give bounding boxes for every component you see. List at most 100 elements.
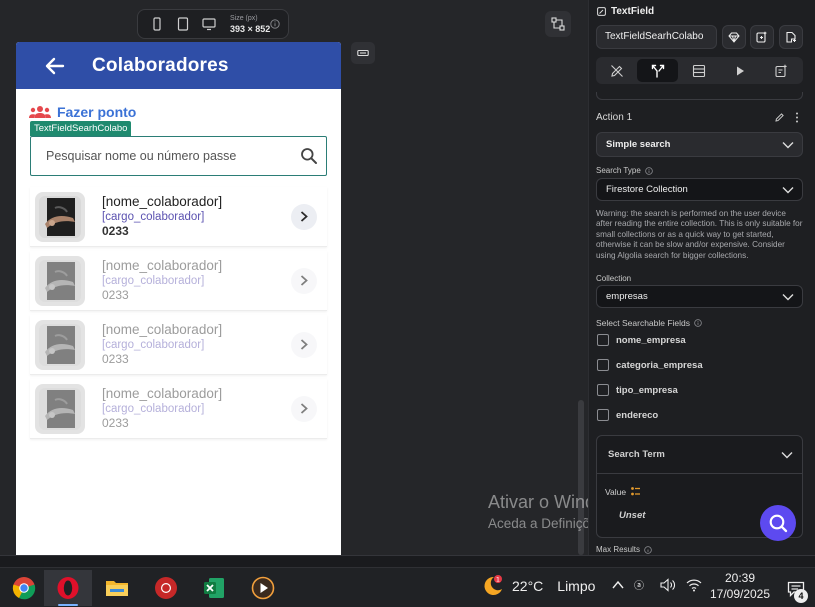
taskbar-chrome[interactable] — [0, 570, 48, 606]
action-label: Action 1 — [596, 112, 633, 123]
checkbox[interactable] — [597, 409, 609, 421]
field-checkbox-categoria-empresa[interactable]: categoria_empresa — [597, 359, 703, 371]
collection-dropdown[interactable]: empresas — [596, 285, 803, 308]
temperature: 22°C — [512, 578, 544, 594]
employee-info: [nome_colaborador] [cargo_colaborador] 023… — [102, 386, 291, 430]
search-warning: Warning: the search is performed on the … — [596, 209, 803, 260]
field-checkbox-tipo-empresa[interactable]: tipo_empresa — [597, 384, 678, 396]
checkbox[interactable] — [597, 334, 609, 346]
wifi-icon[interactable] — [686, 578, 702, 592]
search-type-label: Search Type — [596, 166, 653, 175]
employee-name: [nome_colaborador] — [102, 258, 223, 274]
info-icon[interactable] — [270, 19, 280, 29]
chevron-right-icon[interactable] — [291, 395, 317, 422]
value-row[interactable]: Value — [605, 486, 641, 497]
list-item[interactable]: [nome_colaborador] [cargo_colaborador] 023… — [30, 187, 327, 247]
notification-count: 4 — [794, 589, 808, 603]
desktop-device-icon[interactable] — [198, 13, 220, 35]
avatar — [35, 255, 85, 306]
canvas-scrollbar[interactable] — [578, 400, 584, 555]
field-label: tipo_empresa — [616, 384, 678, 396]
chevron-right-icon[interactable] — [291, 331, 317, 358]
chevron-up-icon[interactable] — [612, 580, 624, 590]
weather-widget[interactable]: 1 22°C Limpo — [480, 575, 595, 597]
ime-icon[interactable]: ⓐ — [634, 578, 650, 592]
size-label: Size (px) — [230, 14, 258, 22]
taskbar-opera[interactable] — [44, 570, 92, 606]
more-vertical-icon[interactable] — [795, 112, 799, 123]
component-icon[interactable] — [779, 25, 803, 49]
field-checkbox-nome-empresa[interactable]: nome_empresa — [597, 334, 686, 346]
info-icon[interactable] — [645, 166, 653, 175]
chevron-right-icon[interactable] — [291, 203, 317, 230]
action-type-dropdown[interactable]: Simple search — [596, 132, 803, 157]
system-clock[interactable]: 20:39 17/09/2025 — [705, 571, 775, 601]
diamond-icon[interactable] — [722, 25, 746, 49]
weather-condition: Limpo — [557, 578, 596, 594]
search-icon[interactable] — [300, 147, 318, 165]
tablet-device-icon[interactable] — [172, 13, 194, 35]
tab-add[interactable] — [760, 59, 801, 82]
employee-code: 0233 — [102, 287, 129, 302]
page-title: Colaboradores — [92, 54, 229, 76]
back-arrow-icon[interactable] — [40, 51, 70, 81]
chevron-right-icon[interactable] — [291, 267, 317, 294]
info-icon[interactable] — [694, 319, 702, 327]
taskbar-media-player[interactable] — [239, 570, 287, 606]
list-item[interactable]: [nome_colaborador] [cargo_colaborador] 023… — [30, 251, 327, 311]
taskbar-file-explorer[interactable] — [93, 570, 141, 606]
value-state: Unset — [619, 510, 646, 521]
widget-tree-icon[interactable] — [545, 11, 571, 37]
employee-role: [cargo_colaborador] — [102, 275, 205, 287]
speaker-icon[interactable] — [660, 578, 676, 592]
search-term-label: Search Term — [608, 449, 665, 460]
edit-field-icon — [597, 7, 606, 16]
builder-canvas: Size (px) 393 × 852 Colaboradores Fazer … — [0, 0, 588, 557]
search-icon — [769, 514, 788, 533]
weather-badge: 1 — [496, 576, 500, 584]
info-icon[interactable] — [644, 545, 652, 554]
search-placeholder: Pesquisar nome ou número passe — [46, 149, 237, 163]
action-type-value: Simple search — [606, 139, 671, 150]
pencil-icon[interactable] — [774, 112, 785, 123]
max-results-label-text: Max Results — [596, 545, 641, 554]
copy-widget-icon[interactable] — [750, 25, 774, 49]
phone-preview: Colaboradores Fazer ponto TextFieldSearh… — [16, 42, 341, 557]
taskbar-excel[interactable] — [190, 570, 238, 606]
system-tray: ⓐ — [612, 578, 702, 592]
layout-icon — [692, 64, 705, 77]
taskbar-chrome-profile[interactable] — [142, 570, 190, 606]
help-chat-button[interactable] — [760, 505, 796, 541]
collection-value: empresas — [606, 291, 648, 302]
notification-center[interactable]: 4 — [784, 577, 808, 603]
checkbox[interactable] — [597, 384, 609, 396]
tab-properties[interactable] — [596, 59, 637, 82]
phone-device-icon[interactable] — [146, 13, 168, 35]
chevron-down-icon — [782, 141, 794, 148]
tab-actions[interactable] — [637, 59, 678, 82]
list-item[interactable]: [nome_colaborador] [cargo_colaborador] 023… — [30, 315, 327, 375]
search-term-header[interactable]: Search Term — [597, 436, 802, 474]
widget-name-field[interactable]: TextFieldSearhColabo — [596, 25, 717, 49]
search-input[interactable]: Pesquisar nome ou número passe — [30, 136, 327, 176]
employee-code: 0233 — [102, 223, 129, 238]
edit-icon — [610, 64, 623, 77]
field-checkbox-endereco[interactable]: endereco — [597, 409, 658, 421]
fazer-ponto-label: Fazer ponto — [57, 104, 137, 120]
fazer-ponto-link[interactable]: Fazer ponto — [29, 104, 136, 120]
tab-layout[interactable] — [678, 59, 719, 82]
chrome-icon — [12, 577, 36, 600]
window-bottom-edge — [0, 555, 815, 567]
avatar — [35, 191, 85, 242]
value-label: Value — [605, 486, 627, 497]
canvas-size-readout: Size (px) 393 × 852 — [230, 15, 270, 34]
add-doc-icon — [774, 64, 787, 77]
search-type-value: Firestore Collection — [606, 184, 688, 195]
variable-icon[interactable] — [630, 486, 641, 497]
list-item[interactable]: [nome_colaborador] [cargo_colaborador] 023… — [30, 379, 327, 439]
search-type-dropdown[interactable]: Firestore Collection — [596, 178, 803, 201]
checkbox[interactable] — [597, 359, 609, 371]
field-label: endereco — [616, 409, 659, 421]
fit-width-icon[interactable] — [351, 42, 375, 64]
tab-preview[interactable] — [719, 59, 760, 82]
